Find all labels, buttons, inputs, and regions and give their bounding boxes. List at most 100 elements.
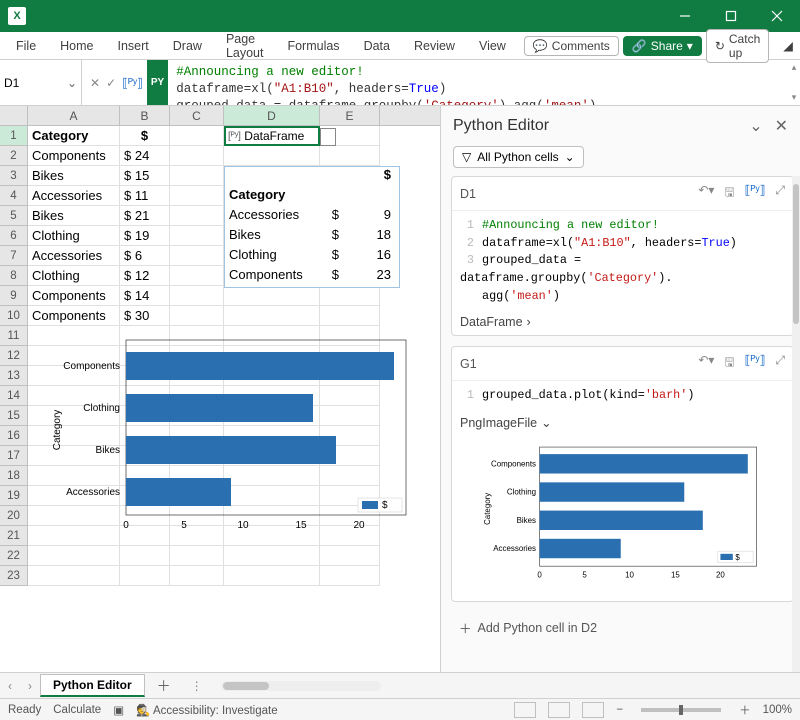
chevron-down-icon[interactable]: ⌄: [63, 76, 81, 90]
formula-code[interactable]: #Announcing a new editor! dataframe=xl("…: [168, 60, 788, 105]
cell[interactable]: $ 30: [120, 306, 170, 326]
output-type[interactable]: PngImageFile ⌄: [452, 411, 793, 436]
col-header-c[interactable]: C: [170, 106, 224, 125]
row-header[interactable]: 1: [0, 126, 28, 146]
ribbon-collapse-icon[interactable]: ◢: [773, 34, 800, 57]
catchup-button[interactable]: ↻ Catch up: [706, 29, 769, 63]
sheet-nav-prev[interactable]: ‹: [0, 679, 20, 693]
cell[interactable]: $ 24: [120, 146, 170, 166]
cell-d1-dataframe[interactable]: [ᴾʸ] DataFrame: [224, 126, 320, 146]
name-box-input[interactable]: [0, 74, 63, 92]
zoom-out-button[interactable]: −: [616, 704, 623, 716]
horizontal-scrollbar[interactable]: [221, 681, 381, 691]
tab-data[interactable]: Data: [354, 35, 400, 57]
window-minimize-button[interactable]: [662, 0, 708, 32]
zoom-in-button[interactable]: ＋: [739, 702, 751, 718]
svg-text:Bikes: Bikes: [96, 445, 120, 456]
col-header-d[interactable]: D: [224, 106, 320, 125]
tab-file[interactable]: File: [6, 35, 46, 57]
zoom-level[interactable]: 100%: [763, 704, 792, 716]
tab-draw[interactable]: Draw: [163, 35, 212, 57]
cell-a1[interactable]: Category: [28, 126, 120, 146]
spreadsheet-grid[interactable]: A B C D E 1 Category $ 2 Components $ 24…: [0, 106, 440, 672]
row-header[interactable]: 10: [0, 306, 28, 326]
tab-home[interactable]: Home: [50, 35, 103, 57]
cell[interactable]: $ 11: [120, 186, 170, 206]
row-header[interactable]: 5: [0, 206, 28, 226]
filter-dropdown[interactable]: ▽ All Python cells ⌄: [453, 146, 584, 168]
col-header-b[interactable]: B: [120, 106, 170, 125]
sheet-menu-icon[interactable]: ⋮: [183, 679, 211, 693]
cancel-icon[interactable]: ✕: [90, 76, 100, 90]
tab-view[interactable]: View: [469, 35, 516, 57]
tab-formulas[interactable]: Formulas: [277, 35, 349, 57]
row-header[interactable]: 8: [0, 266, 28, 286]
sheet-tab[interactable]: Python Editor: [40, 674, 145, 697]
accessibility-status[interactable]: 🕵 Accessibility: Investigate: [136, 703, 278, 717]
comments-button[interactable]: 💬 Comments: [524, 36, 619, 56]
cell[interactable]: Bikes: [28, 166, 120, 186]
window-close-button[interactable]: [754, 0, 800, 32]
cell[interactable]: Components: [28, 306, 120, 326]
cell-b1[interactable]: $: [120, 126, 170, 146]
enter-icon[interactable]: ✓: [106, 76, 116, 90]
share-button[interactable]: 🔗 Share ▾: [623, 36, 702, 56]
row-header[interactable]: 3: [0, 166, 28, 186]
python-cell-card-g1[interactable]: G1 ↶▾🖫⟦ᴾʸ⟧⤢ 1grouped_data.plot(kind='bar…: [451, 346, 794, 602]
normal-view-icon[interactable]: [514, 702, 536, 718]
cell[interactable]: Clothing: [28, 226, 120, 246]
py-output-icon[interactable]: ⟦ᴾʸ⟧: [122, 76, 143, 90]
cell[interactable]: $ 15: [120, 166, 170, 186]
expand-icon[interactable]: ⤢: [775, 183, 785, 204]
python-cell-card-d1[interactable]: D1 ↶▾🖫⟦ᴾʸ⟧⤢ 1#Announcing a new editor! 2…: [451, 176, 794, 336]
card-icon[interactable]: [320, 128, 336, 146]
cell[interactable]: $ 12: [120, 266, 170, 286]
col-header-a[interactable]: A: [28, 106, 120, 125]
output-type[interactable]: DataFrame ›: [452, 311, 793, 335]
expand-icon[interactable]: ⤢: [775, 353, 785, 374]
row-header[interactable]: 9: [0, 286, 28, 306]
cell[interactable]: Components: [28, 286, 120, 306]
save-icon[interactable]: 🖫: [724, 183, 734, 204]
tab-insert[interactable]: Insert: [108, 35, 159, 57]
add-python-cell-button[interactable]: ＋ Add Python cell in D2: [451, 612, 794, 643]
row-header[interactable]: 7: [0, 246, 28, 266]
run-icon[interactable]: ⟦ᴾʸ⟧: [745, 353, 766, 374]
status-calculate[interactable]: Calculate: [53, 704, 101, 716]
row-header[interactable]: 4: [0, 186, 28, 206]
cell[interactable]: $ 19: [120, 226, 170, 246]
cell[interactable]: Clothing: [28, 266, 120, 286]
cell[interactable]: Bikes: [28, 206, 120, 226]
panel-scrollbar[interactable]: [792, 176, 800, 672]
add-sheet-button[interactable]: ＋: [145, 676, 183, 696]
col-header-e[interactable]: E: [320, 106, 380, 125]
tab-pagelayout[interactable]: Page Layout: [216, 28, 274, 64]
name-box[interactable]: ⌄: [0, 60, 82, 105]
panel-title: Python Editor: [453, 117, 549, 135]
formula-scroll[interactable]: ▴▾: [788, 60, 800, 105]
zoom-slider[interactable]: [641, 708, 721, 712]
cell[interactable]: Components: [28, 146, 120, 166]
embedded-chart[interactable]: Components Clothing Bikes Accessories Ca…: [48, 330, 418, 550]
undo-icon[interactable]: ↶▾: [698, 353, 714, 374]
macro-record-icon[interactable]: ▣: [113, 703, 124, 717]
row-header[interactable]: 6: [0, 226, 28, 246]
page-break-view-icon[interactable]: [582, 702, 604, 718]
page-layout-view-icon[interactable]: [548, 702, 570, 718]
sheet-nav-next[interactable]: ›: [20, 679, 40, 693]
cell[interactable]: $ 6: [120, 246, 170, 266]
cell[interactable]: $ 21: [120, 206, 170, 226]
code-editor[interactable]: 1grouped_data.plot(kind='barh'): [452, 381, 793, 411]
row-header[interactable]: 2: [0, 146, 28, 166]
cell[interactable]: $ 14: [120, 286, 170, 306]
panel-collapse-icon[interactable]: ⌄: [749, 116, 762, 136]
cell[interactable]: Accessories: [28, 246, 120, 266]
cell[interactable]: Accessories: [28, 186, 120, 206]
run-icon[interactable]: ⟦ᴾʸ⟧: [745, 183, 766, 204]
save-icon[interactable]: 🖫: [724, 353, 734, 374]
tab-review[interactable]: Review: [404, 35, 465, 57]
undo-icon[interactable]: ↶▾: [698, 183, 714, 204]
code-editor[interactable]: 1#Announcing a new editor! 2dataframe=xl…: [452, 211, 793, 311]
panel-close-icon[interactable]: ✕: [775, 116, 788, 136]
window-restore-button[interactable]: [708, 0, 754, 32]
